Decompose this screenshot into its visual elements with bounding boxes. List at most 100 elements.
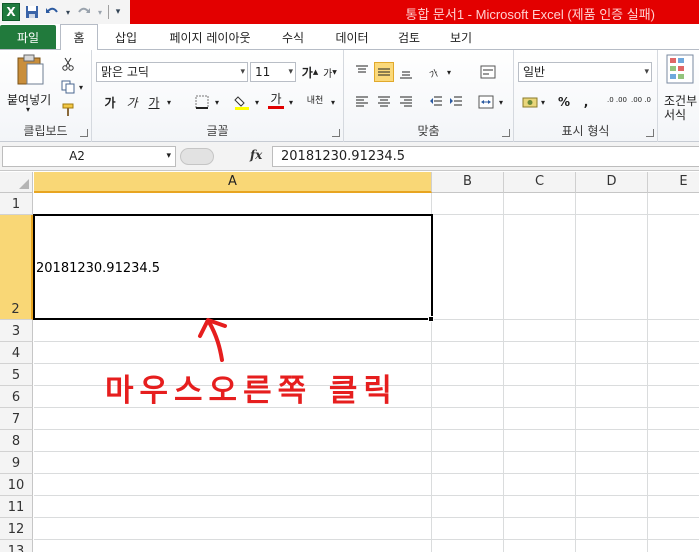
tab-page-layout[interactable]: 페이지 레이아웃 [156,24,264,50]
gridline [34,451,699,452]
column-header-b[interactable]: B [432,172,504,193]
border-icon[interactable] [192,92,212,112]
align-top-icon[interactable] [352,62,372,82]
font-color-button[interactable]: 가 [266,90,286,110]
tab-review[interactable]: 검토 [388,24,430,50]
conditional-formatting-label-2: 서식 [664,108,687,122]
phonetic-button[interactable]: 내천 [302,88,328,114]
tab-view[interactable]: 보기 [438,24,484,50]
row-header-6[interactable]: 6 [0,386,33,408]
cell-a2[interactable]: 20181230.91234.5 [33,214,433,320]
row-header-5[interactable]: 5 [0,364,33,386]
number-group: 일반 ▾ ▾ % , .0 .00 .00 .0 표시 형식 [514,50,658,142]
gridline [34,363,699,364]
excel-app-icon[interactable]: X [2,3,20,21]
font-color-dropdown-icon[interactable]: ▾ [286,92,296,112]
align-center-icon[interactable] [374,92,394,112]
comma-style-button[interactable]: , [576,92,596,112]
underline-button[interactable]: 가 [144,92,164,112]
formula-bar-resize-handle[interactable] [180,148,214,165]
align-left-icon[interactable] [352,92,372,112]
cut-icon[interactable] [58,54,78,74]
column-header-a[interactable]: A [34,172,432,193]
undo-icon[interactable] [44,4,60,20]
row-header-8[interactable]: 8 [0,430,33,452]
insert-function-button[interactable]: fx [250,148,262,162]
decrease-indent-icon[interactable] [426,92,446,112]
phonetic-dropdown-icon[interactable]: ▾ [328,92,338,112]
tab-home[interactable]: 홈 [60,24,98,51]
conditional-formatting-icon [666,54,694,84]
row-header-3[interactable]: 3 [0,320,33,342]
column-header-d[interactable]: D [576,172,648,193]
shrink-font-button[interactable]: 가 ▼ [320,62,340,82]
number-launcher-icon[interactable] [646,129,654,137]
alignment-group-label: 맞춤 [417,124,440,138]
percent-style-button[interactable]: % [554,92,574,112]
grow-font-button[interactable]: 가 ▲ [300,62,320,82]
tab-insert[interactable]: 삽입 [104,24,148,50]
column-header-c[interactable]: C [504,172,576,193]
tab-formulas[interactable]: 수식 [270,24,316,50]
row-header-4[interactable]: 4 [0,342,33,364]
undo-dropdown-icon[interactable]: ▾ [64,4,72,20]
tab-data[interactable]: 데이터 [324,24,380,50]
underline-dropdown-icon[interactable]: ▾ [164,92,174,112]
alignment-launcher-icon[interactable] [502,129,510,137]
gridline [575,193,576,552]
wrap-text-icon[interactable] [478,62,498,82]
decrease-decimal-button[interactable]: .00 .0 [630,90,652,110]
fill-handle[interactable] [428,316,434,322]
format-painter-icon[interactable] [58,100,78,120]
accounting-format-icon[interactable] [520,92,540,112]
increase-indent-icon[interactable] [446,92,466,112]
fill-color-dropdown-icon[interactable]: ▾ [252,92,262,112]
row-header-9[interactable]: 9 [0,452,33,474]
copy-icon[interactable] [58,77,78,97]
redo-icon[interactable] [76,4,92,20]
row-header-10[interactable]: 10 [0,474,33,496]
increase-decimal-button[interactable]: .0 .00 [606,90,628,110]
customize-toolbar-icon[interactable]: ▾ [113,4,123,20]
number-format-select[interactable]: 일반 ▾ [518,62,652,82]
align-bottom-icon[interactable] [396,62,416,82]
align-middle-icon[interactable] [374,62,394,82]
align-right-icon[interactable] [396,92,416,112]
gridline [34,341,699,342]
orientation-dropdown-icon[interactable]: ▾ [444,62,454,82]
paste-button[interactable]: 붙여넣기 ▾ [4,54,56,114]
merge-dropdown-icon[interactable]: ▾ [496,92,506,112]
gridline [34,473,699,474]
row-header-13[interactable]: 13 [0,540,33,552]
formula-input[interactable]: 20181230.91234.5 [272,146,699,167]
ribbon-home: 붙여넣기 ▾ ▾ 클립보드 맑은 고딕 ▾ 11 ▾ 가 ▲ 가 ▼ 가 가 가 ▾ [0,50,699,142]
gridline [34,495,699,496]
title-bar: X ▾ ▾ ▾ 통합 문서1 - Microsoft Excel (제품 인증 … [0,0,699,24]
row-header-7[interactable]: 7 [0,408,33,430]
font-name-select[interactable]: 맑은 고딕 ▾ [96,62,248,82]
fill-color-icon[interactable] [232,92,252,112]
font-launcher-icon[interactable] [332,129,340,137]
italic-button[interactable]: 가 [122,92,142,112]
row-header-1[interactable]: 1 [0,193,33,215]
tab-file[interactable]: 파일 [0,25,56,49]
redo-dropdown-icon[interactable]: ▾ [96,4,104,20]
orientation-icon[interactable]: 가 [426,62,446,82]
row-header-12[interactable]: 12 [0,518,33,540]
copy-dropdown-icon[interactable]: ▾ [76,77,86,97]
number-group-label: 표시 형식 [561,124,610,138]
column-header-e[interactable]: E [648,172,699,193]
merge-center-icon[interactable] [476,92,496,112]
name-box[interactable]: A2 ▾ [2,146,176,167]
row-header-2[interactable]: 2 [0,215,33,320]
conditional-formatting-button[interactable]: 조건부 서식 [660,54,699,122]
formula-bar: A2 ▾ fx 20181230.91234.5 [0,142,699,171]
bold-button[interactable]: 가 [100,92,120,112]
font-size-select[interactable]: 11 ▾ [250,62,296,82]
accounting-dropdown-icon[interactable]: ▾ [538,92,548,112]
row-header-11[interactable]: 11 [0,496,33,518]
save-icon[interactable] [24,4,40,20]
clipboard-launcher-icon[interactable] [80,129,88,137]
select-all-button[interactable] [0,172,33,193]
border-dropdown-icon[interactable]: ▾ [212,92,222,112]
